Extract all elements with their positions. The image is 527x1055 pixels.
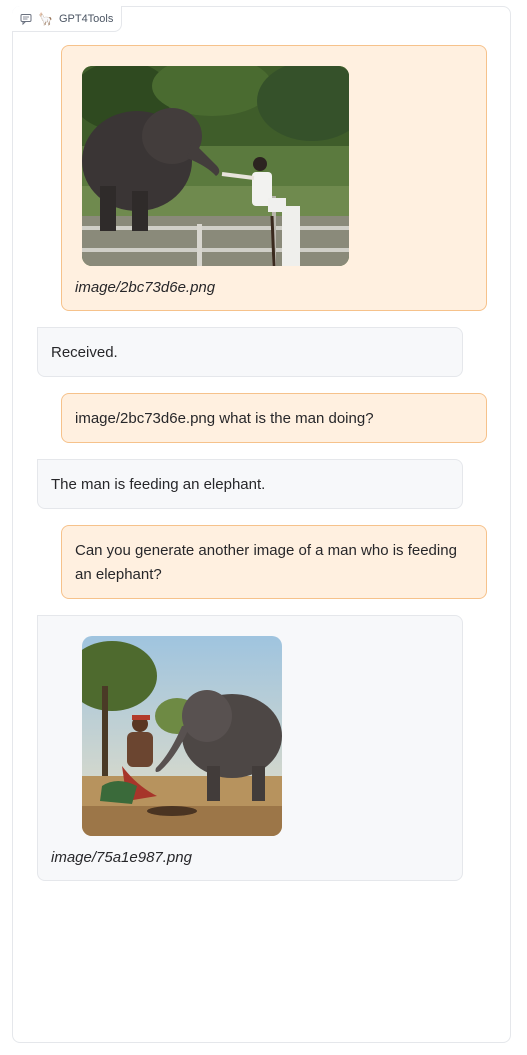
message-text: Can you generate another image of a man … bbox=[75, 542, 457, 583]
user-message: Can you generate another image of a man … bbox=[61, 525, 487, 599]
chatbot-label: 🦙 GPT4Tools bbox=[12, 6, 123, 32]
message-text: Received. bbox=[51, 344, 118, 361]
image-caption: image/2bc73d6e.png bbox=[75, 279, 216, 296]
image-caption: image/75a1e987.png bbox=[51, 849, 192, 866]
chat-icon bbox=[20, 13, 32, 25]
bot-message: The man is feeding an elephant. bbox=[37, 459, 463, 509]
chatbot-label-text: GPT4Tools bbox=[58, 12, 114, 25]
uploaded-image[interactable] bbox=[82, 66, 349, 266]
user-message-image: image/2bc73d6e.png bbox=[61, 45, 487, 311]
message-text: image/2bc73d6e.png what is the man doing… bbox=[75, 410, 374, 427]
llama-emoji-icon: 🦙 bbox=[38, 11, 53, 26]
message-text: The man is feeding an elephant. bbox=[51, 476, 266, 493]
user-message: image/2bc73d6e.png what is the man doing… bbox=[61, 393, 487, 443]
bot-message-image: image/75a1e987.png bbox=[37, 615, 463, 881]
generated-image[interactable] bbox=[82, 636, 282, 836]
bot-message: Received. bbox=[37, 327, 463, 377]
